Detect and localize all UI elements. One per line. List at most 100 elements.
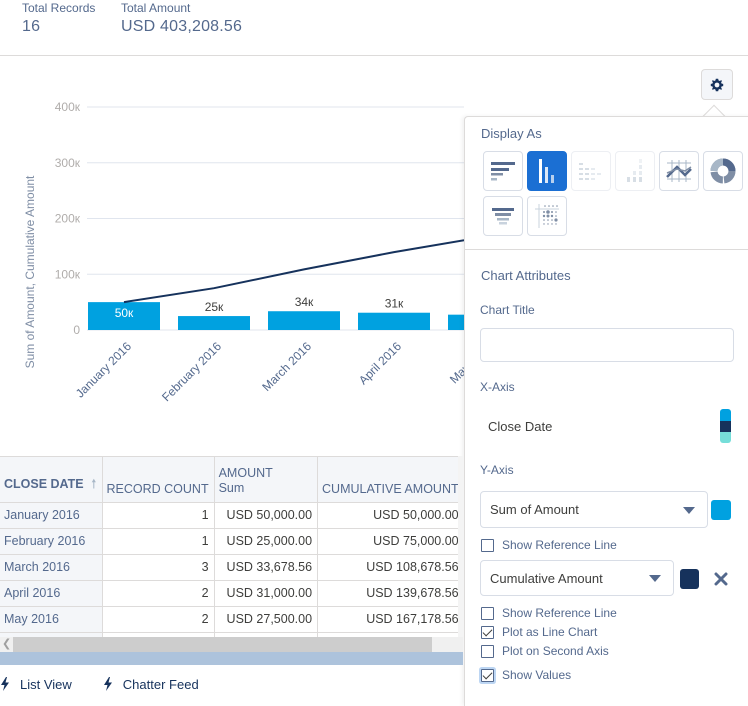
bar-value-label: 34к [295, 295, 314, 309]
table-vertical-scrollbar[interactable] [458, 456, 464, 656]
display-stacked-horizontal-bar-button[interactable] [571, 151, 611, 191]
bar-3 [268, 311, 340, 330]
table-row: February 2016 1 USD 25,000.00 USD 75,000.00 [0, 528, 463, 555]
gear-icon [710, 78, 724, 91]
checkbox-label: Plot as Line Chart [502, 625, 598, 639]
column-header-sublabel: Sum [218, 480, 245, 495]
donut-chart-icon [710, 158, 736, 184]
x-tick-label: January 2016 [73, 339, 135, 401]
cell-amount: USD 50,000.00 [214, 502, 319, 529]
y-tick-label: 200к [55, 212, 81, 226]
chatter-feed-label: Chatter Feed [122, 676, 199, 692]
display-scatter-button[interactable] [527, 196, 567, 236]
column-header-label: AMOUNT [218, 465, 273, 480]
plot-as-line-chart-checkbox[interactable]: Plot as Line Chart [481, 625, 597, 639]
stacked-horizontal-bar-icon [579, 163, 601, 180]
report-chart: 0 100к 200к 300к 400к 50к 25к 34к 31к January 2… [23, 100, 464, 404]
show-values-checkbox[interactable]: Show Values [481, 668, 571, 682]
bar-value-label: 31к [385, 297, 404, 311]
scatter-chart-icon [535, 204, 559, 228]
display-vertical-bar-button[interactable] [527, 151, 567, 191]
cell-cumulative-amount: USD 75,000.00 [317, 528, 463, 555]
checkbox-box[interactable] [481, 606, 494, 620]
table-footer-bar [0, 652, 463, 665]
cell-close-date: February 2016 [0, 528, 103, 555]
cell-cumulative-amount: USD 50,000.00 [317, 502, 463, 529]
total-amount-label: Total Amount [121, 1, 191, 15]
cell-amount: USD 31,000.00 [214, 580, 319, 607]
cell-close-date: March 2016 [0, 554, 103, 581]
palette-color-2 [720, 421, 731, 432]
display-line-button[interactable] [659, 151, 699, 191]
bar-value-label: 50к [115, 306, 134, 320]
display-stacked-vertical-bar-button[interactable] [615, 151, 655, 191]
palette-color-1 [720, 409, 731, 421]
cell-record-count: 1 [102, 528, 215, 555]
x-axis-palette-swatch[interactable] [720, 409, 731, 443]
scrollbar-thumb[interactable] [13, 637, 432, 652]
y-axis-measure-1-select[interactable]: Sum of Amount [480, 491, 708, 528]
bar-4 [358, 312, 430, 330]
y-axis-title: Sum of Amount, Cumulative Amount [23, 175, 37, 368]
cell-close-date: April 2016 [0, 580, 103, 607]
remove-measure-button[interactable] [714, 572, 728, 591]
x-tick-label: April 2016 [356, 339, 404, 387]
column-header-amount[interactable]: AMOUNT Sum [214, 457, 319, 503]
panel-divider [465, 249, 748, 250]
lightning-bolt-icon [1, 677, 9, 691]
list-view-link[interactable]: List View [0, 677, 72, 692]
column-header-cumulative-amount[interactable]: CUMULATIVE AMOUNT [317, 457, 463, 503]
total-records-label: Total Records [22, 1, 96, 15]
chart-settings-button[interactable] [701, 69, 733, 100]
stacked-vertical-bar-icon [627, 159, 642, 182]
y-axis-measure-2-select[interactable]: Cumulative Amount [480, 560, 674, 596]
chart-title-input[interactable] [480, 328, 734, 362]
funnel-chart-icon [492, 208, 514, 225]
show-reference-line-2-checkbox[interactable]: Show Reference Line [481, 606, 617, 620]
bar-value-label: 25к [205, 300, 224, 314]
cell-cumulative-amount: USD 139,678.56 [317, 580, 463, 607]
display-donut-button[interactable] [703, 151, 743, 191]
y-axis-measure-1-color[interactable] [711, 500, 731, 520]
checkbox-box[interactable] [481, 668, 494, 682]
show-reference-line-1-checkbox[interactable]: Show Reference Line [481, 538, 617, 552]
chart-attributes-label: Chart Attributes [481, 268, 571, 283]
cell-cumulative-amount: USD 108,678.56 [317, 554, 463, 581]
chevron-down-icon [649, 575, 661, 582]
y-axis-measure-2-color[interactable] [680, 569, 699, 589]
checkbox-box[interactable] [481, 538, 494, 552]
y-axis-measure-1-value: Sum of Amount [490, 502, 579, 517]
total-amount-value: USD 403,208.56 [121, 18, 243, 35]
utility-bar: List View Chatter Feed [0, 672, 222, 696]
chatter-feed-link[interactable]: Chatter Feed [103, 677, 199, 692]
checkbox-box[interactable] [481, 644, 494, 658]
cell-record-count: 2 [102, 580, 215, 607]
table-horizontal-scrollbar[interactable]: ❮ [0, 637, 463, 652]
column-header-record-count[interactable]: RECORD COUNT [102, 457, 215, 503]
table-header-row: CLOSE DATE 🠕 RECORD COUNT AMOUNT Sum CUM… [0, 457, 463, 503]
cell-record-count: 3 [102, 554, 215, 581]
plot-on-second-axis-checkbox[interactable]: Plot on Second Axis [481, 644, 609, 658]
checkbox-label: Show Reference Line [502, 606, 617, 620]
cell-amount: USD 33,678.56 [214, 554, 319, 581]
checkbox-box[interactable] [481, 625, 494, 639]
horizontal-bar-chart-icon [491, 162, 515, 181]
y-tick-label: 300к [55, 156, 81, 170]
display-horizontal-bar-button[interactable] [483, 151, 523, 191]
report-table: CLOSE DATE 🠕 RECORD COUNT AMOUNT Sum CUM… [0, 456, 463, 652]
x-tick-label: February 2016 [159, 339, 224, 404]
column-header-close-date[interactable]: CLOSE DATE 🠕 [0, 457, 103, 503]
bar-2 [178, 316, 250, 330]
x-axis-label: X-Axis [480, 380, 515, 394]
sort-ascending-icon: 🠕 [91, 476, 97, 491]
y-axis-measure-2-value: Cumulative Amount [490, 570, 603, 586]
x-axis-value: Close Date [488, 419, 553, 434]
lightning-bolt-icon [103, 677, 112, 691]
cumulative-amount-line [123, 239, 464, 304]
chevron-down-icon [683, 506, 695, 514]
display-funnel-button[interactable] [483, 196, 523, 236]
cell-amount: USD 27,500.00 [214, 606, 319, 633]
palette-color-3 [720, 432, 731, 443]
table-row: April 2016 2 USD 31,000.00 USD 139,678.56 [0, 580, 463, 607]
scroll-left-arrow-icon[interactable]: ❮ [2, 637, 11, 652]
